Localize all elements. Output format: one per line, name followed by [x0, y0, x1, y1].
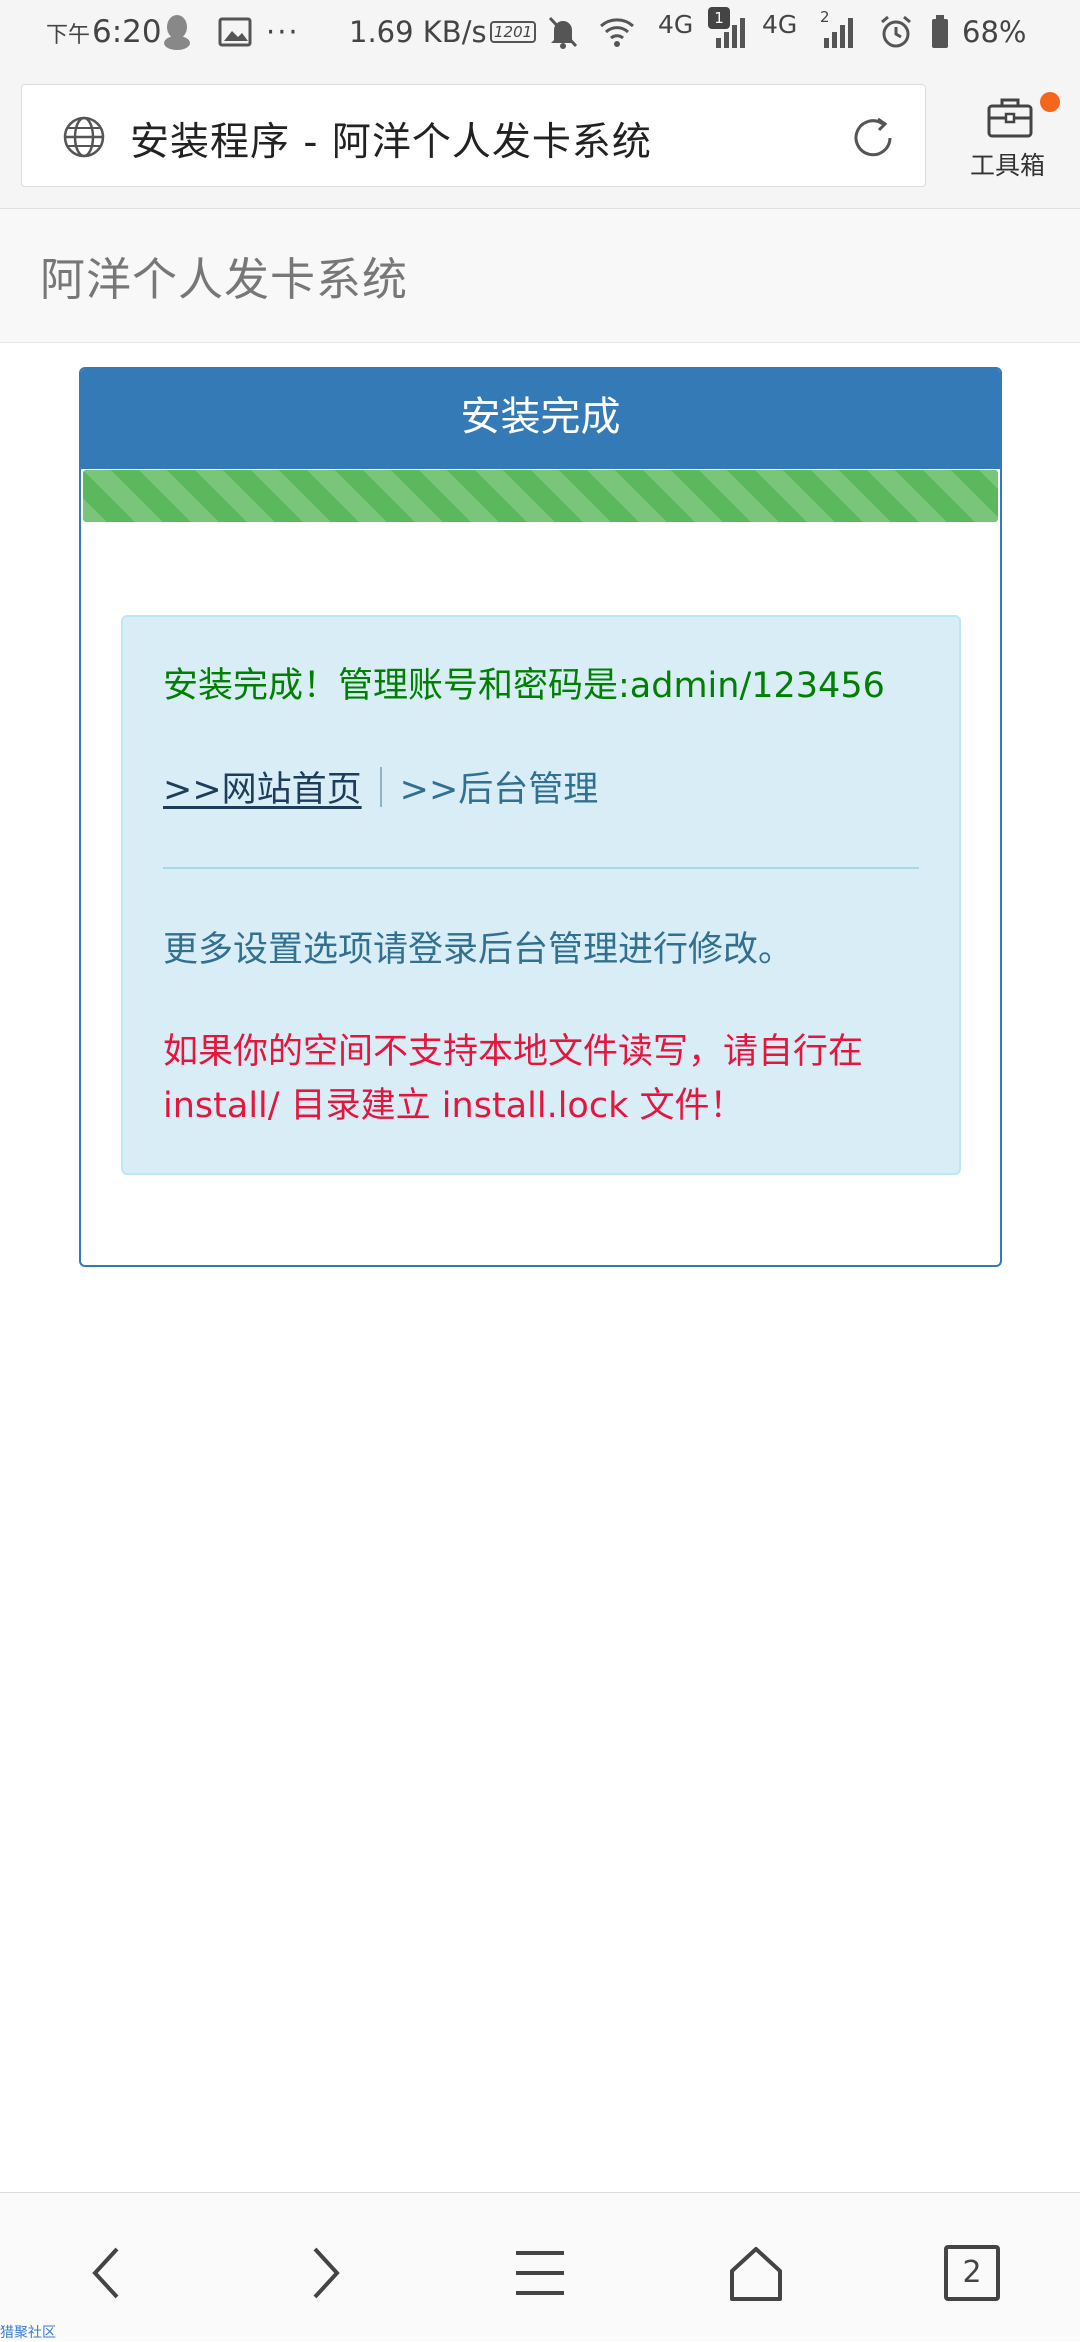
alarm-icon: [878, 12, 914, 52]
links-row: >>网站首页 >>后台管理: [163, 761, 598, 812]
hd-badge-text: 1201: [490, 21, 537, 43]
install-progress-bar: [83, 470, 998, 522]
toolbox-button[interactable]: 工具箱: [960, 84, 1060, 184]
signal-icon-2: [820, 12, 856, 52]
alert-divider: [163, 867, 919, 869]
site-brand[interactable]: 阿洋个人发卡系统: [40, 243, 408, 308]
install-panel: 安装完成 安装完成！管理账号和密码是:admin/123456 >>网站首页 >…: [79, 367, 1002, 1267]
status-bar: 下午 6:20 ··· 1.69 KB/s 1201 4G 1 4G 2 68%: [0, 0, 1080, 66]
page-title-in-address-bar: 安装程序 - 阿洋个人发卡系统: [130, 120, 652, 165]
network-speed: 1.69 KB/s: [349, 15, 487, 49]
tabs-count: 2: [944, 2245, 1000, 2301]
tabs-button[interactable]: 2: [932, 2233, 1012, 2313]
battery-level: 68%: [962, 15, 1027, 49]
globe-icon: [62, 115, 106, 159]
site-navbar: 阿洋个人发卡系统: [0, 209, 1080, 343]
status-ampm: 下午: [46, 23, 91, 48]
warning-message: 如果你的空间不支持本地文件读写，请自行在install/ 目录建立 instal…: [163, 1032, 864, 1126]
network-type-1: 4G: [658, 10, 694, 39]
battery-icon: [930, 12, 950, 52]
watermark: 猎聚社区: [0, 2325, 56, 2341]
reload-icon[interactable]: [848, 113, 898, 163]
more-notifications-icon: ···: [266, 15, 300, 49]
site-home-link[interactable]: >>网站首页: [163, 761, 362, 812]
browser-toolbar: 安装程序 - 阿洋个人发卡系统 工具箱: [0, 66, 1080, 208]
success-message: 安装完成！管理账号和密码是:admin/123456: [163, 666, 885, 706]
address-bar[interactable]: 安装程序 - 阿洋个人发卡系统: [21, 84, 926, 187]
status-time: 下午 6:20: [46, 14, 162, 50]
link-separator: [379, 766, 382, 807]
panel-heading: 安装完成: [81, 369, 1000, 469]
wifi-icon: [597, 12, 637, 52]
notification-dot: [1040, 92, 1060, 112]
forward-icon[interactable]: [285, 2233, 365, 2313]
network-type-2: 4G: [762, 10, 798, 39]
home-icon[interactable]: [716, 2233, 796, 2313]
mute-icon: [546, 12, 580, 52]
signal-icon-1: [712, 12, 748, 52]
qq-icon: [160, 12, 194, 52]
info-alert: 安装完成！管理账号和密码是:admin/123456 >>网站首页 >>后台管理…: [121, 615, 961, 1175]
admin-link[interactable]: >>后台管理: [400, 761, 599, 812]
status-clock: 6:20: [92, 14, 162, 50]
back-icon[interactable]: [67, 2233, 147, 2313]
hd-badge-icon: 1201: [490, 12, 537, 52]
toolbox-icon: [987, 98, 1033, 138]
image-icon: [218, 12, 252, 52]
toolbox-label: 工具箱: [970, 151, 1046, 180]
menu-icon[interactable]: [500, 2233, 580, 2313]
browser-bottom-nav: 2: [0, 2192, 1080, 2341]
info-message: 更多设置选项请登录后台管理进行修改。: [163, 930, 794, 970]
